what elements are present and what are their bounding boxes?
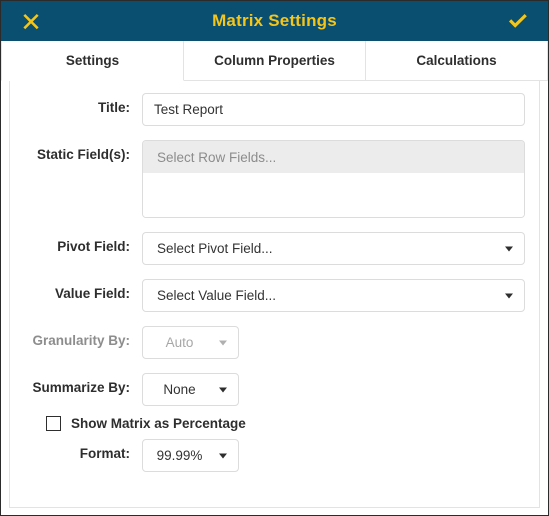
title-input[interactable] [142, 93, 525, 126]
show-as-percentage-label: Show Matrix as Percentage [71, 416, 246, 431]
granularity-by-value: Auto [165, 335, 194, 350]
summarize-by-select[interactable]: None [142, 373, 239, 406]
dialog-title: Matrix Settings [212, 11, 337, 30]
summarize-by-value: None [163, 382, 196, 397]
field-row-granularity-by: Granularity By: Auto [24, 326, 525, 359]
granularity-by-select: Auto [142, 326, 239, 359]
tab-column-properties-label: Column Properties [214, 53, 335, 68]
check-icon [507, 11, 529, 31]
static-fields-placeholder: Select Row Fields... [143, 141, 524, 173]
field-row-format: Format: 99.99% [24, 439, 525, 472]
granularity-by-label: Granularity By: [32, 333, 130, 348]
title-label: Title: [97, 100, 130, 115]
format-select[interactable]: 99.99% [142, 439, 239, 472]
tab-settings[interactable]: Settings [1, 41, 184, 81]
dialog-titlebar: Matrix Settings [1, 1, 548, 41]
tab-calculations[interactable]: Calculations [365, 41, 548, 81]
tab-column-properties[interactable]: Column Properties [183, 41, 366, 81]
close-button[interactable] [9, 1, 53, 41]
settings-panel: Title: Static Field(s): Select Row Field… [9, 81, 540, 508]
value-field-value: Select Value Field... [157, 288, 277, 303]
chevron-down-icon [505, 293, 513, 298]
format-value: 99.99% [156, 448, 203, 463]
field-row-pivot-field: Pivot Field: Select Pivot Field... [24, 232, 525, 265]
chevron-down-icon [219, 387, 227, 392]
pivot-field-label: Pivot Field: [57, 239, 130, 254]
static-fields-multiselect[interactable]: Select Row Fields... [142, 140, 525, 218]
static-fields-label: Static Field(s): [36, 147, 130, 162]
tab-calculations-label: Calculations [416, 53, 497, 68]
show-as-percentage-checkbox[interactable] [46, 416, 61, 431]
chevron-down-icon [219, 340, 227, 345]
pivot-field-select[interactable]: Select Pivot Field... [142, 232, 525, 265]
field-row-value-field: Value Field: Select Value Field... [24, 279, 525, 312]
tab-bar: Settings Column Properties Calculations [1, 41, 548, 81]
field-row-title: Title: [24, 93, 525, 126]
value-field-label: Value Field: [54, 286, 130, 301]
field-row-summarize-by: Summarize By: None [24, 373, 525, 406]
value-field-select[interactable]: Select Value Field... [142, 279, 525, 312]
format-label: Format: [79, 446, 130, 461]
show-as-percentage-row: Show Matrix as Percentage [46, 416, 525, 431]
confirm-button[interactable] [496, 1, 540, 41]
field-row-static-fields: Static Field(s): Select Row Fields... [24, 140, 525, 218]
static-fields-selected-list[interactable] [143, 173, 524, 217]
tab-settings-label: Settings [65, 53, 120, 68]
chevron-down-icon [219, 453, 227, 458]
summarize-by-label: Summarize By: [32, 380, 130, 395]
chevron-down-icon [505, 246, 513, 251]
matrix-settings-dialog: Matrix Settings Settings Column Properti… [0, 0, 549, 516]
pivot-field-value: Select Pivot Field... [157, 241, 273, 256]
close-x-icon [21, 11, 41, 31]
